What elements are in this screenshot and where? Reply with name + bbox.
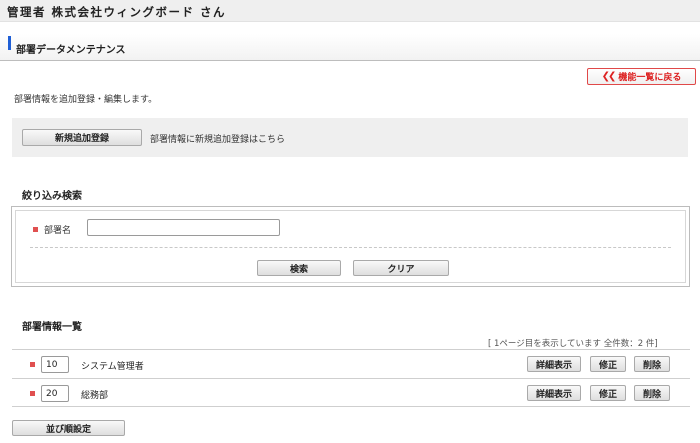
filter-heading: 絞り込み検索 — [22, 191, 82, 202]
page-title: 部署データメンテナンス — [16, 45, 126, 56]
list-heading: 部署情報一覧 — [22, 322, 82, 333]
filter-panel: 部署名 検索 クリア — [11, 206, 690, 287]
filter-panel-inner: 部署名 検索 クリア — [15, 210, 686, 283]
table-row: 20 総務部 詳細表示 修正 削除 — [12, 378, 690, 407]
row-department-name: システム管理者 — [81, 362, 144, 372]
add-section-text: 部署情報に新規追加登録はこちら — [150, 135, 286, 145]
add-section: 新規追加登録 部署情報に新規追加登録はこちら — [12, 118, 688, 157]
clear-button[interactable]: クリア — [353, 260, 449, 276]
row-department-name: 総務部 — [81, 391, 109, 401]
edit-button[interactable]: 修正 — [590, 385, 626, 401]
edit-button[interactable]: 修正 — [590, 356, 626, 372]
row-code-field[interactable]: 10 — [41, 356, 69, 373]
back-button-label: 機能一覧に戻る — [618, 73, 682, 83]
delete-button[interactable]: 削除 — [634, 356, 670, 372]
top-bar: 管理者 株式会社ウィングボード さん — [0, 0, 700, 22]
row-marker-icon — [30, 362, 35, 367]
table-row: 10 システム管理者 詳細表示 修正 削除 — [12, 349, 690, 378]
add-new-button[interactable]: 新規追加登録 — [22, 129, 142, 146]
user-title: 管理者 株式会社ウィングボード さん — [7, 5, 227, 19]
page-description: 部署情報を追加登録・編集します。 — [14, 95, 158, 105]
required-marker-icon — [33, 227, 38, 232]
detail-button[interactable]: 詳細表示 — [527, 356, 581, 372]
result-count: [ 1ページ目を表示しています 全件数：2 件] — [488, 339, 658, 349]
department-name-label: 部署名 — [44, 226, 72, 236]
page-header: 部署データメンテナンス — [0, 34, 700, 61]
delete-button[interactable]: 削除 — [634, 385, 670, 401]
search-button[interactable]: 検索 — [257, 260, 341, 276]
double-chevron-left-icon: ❮❮ — [601, 71, 617, 82]
detail-button[interactable]: 詳細表示 — [527, 385, 581, 401]
title-accent-bar — [8, 36, 11, 50]
sort-order-button[interactable]: 並び順設定 — [12, 420, 125, 436]
department-name-input[interactable] — [87, 219, 280, 236]
row-marker-icon — [30, 391, 35, 396]
filter-divider — [30, 247, 671, 248]
back-to-menu-button[interactable]: ❮❮ 機能一覧に戻る — [587, 68, 696, 85]
row-code-field[interactable]: 20 — [41, 385, 69, 402]
